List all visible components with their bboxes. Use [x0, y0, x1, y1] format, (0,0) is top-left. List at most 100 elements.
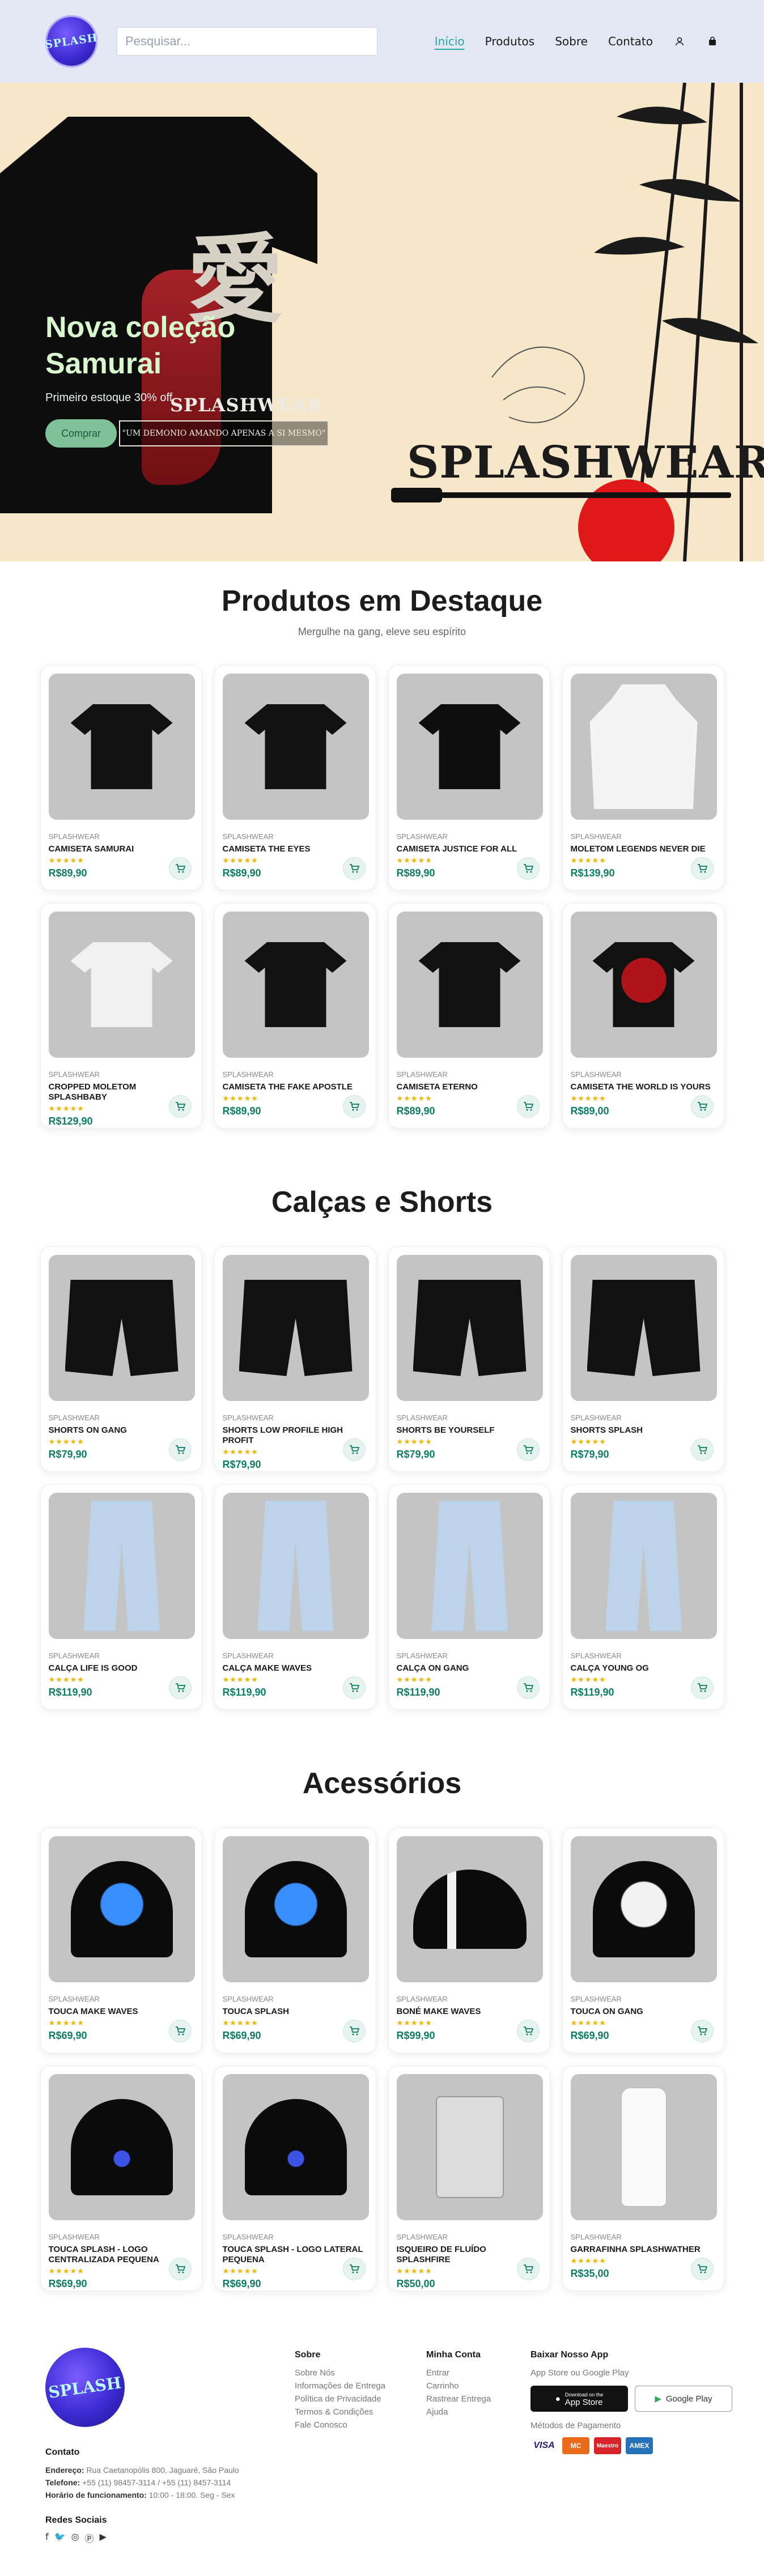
product-image[interactable]: [222, 1836, 369, 1982]
product-image[interactable]: [48, 1255, 195, 1401]
add-to-cart-button[interactable]: [168, 2258, 192, 2280]
add-to-cart-button[interactable]: [690, 2020, 714, 2042]
product-name[interactable]: CALÇA LIFE IS GOOD: [49, 1663, 194, 1674]
product-image[interactable]: [48, 2074, 195, 2220]
product-image[interactable]: [396, 1493, 543, 1639]
product-card[interactable]: SPLASHWEAR GARRAFINHA SPLASHWATHER ★★★★★ R$…: [562, 2066, 724, 2291]
product-image[interactable]: [570, 2074, 717, 2220]
instagram-icon[interactable]: ◎: [71, 2531, 79, 2545]
product-card[interactable]: SPLASHWEAR TOUCA ON GANG ★★★★★ R$69,90: [562, 1828, 724, 2053]
footer-logo[interactable]: SPLASH: [45, 2348, 125, 2427]
nav-contato[interactable]: Contato: [608, 35, 653, 48]
product-image[interactable]: [222, 1255, 369, 1401]
search-input[interactable]: [125, 34, 369, 49]
product-name[interactable]: CALÇA YOUNG OG: [571, 1663, 716, 1674]
product-card[interactable]: SPLASHWEAR TOUCA SPLASH - LOGO LATERAL PE…: [214, 2066, 376, 2291]
product-name[interactable]: CALÇA MAKE WAVES: [223, 1663, 368, 1674]
product-card[interactable]: SPLASHWEAR TOUCA SPLASH ★★★★★ R$69,90: [214, 1828, 376, 2053]
product-card[interactable]: SPLASHWEAR CAMISETA THE WORLD IS YOURS ★★★…: [562, 903, 724, 1129]
product-image[interactable]: [48, 1493, 195, 1639]
pinterest-icon[interactable]: Ⓟ: [85, 2531, 94, 2545]
product-card[interactable]: SPLASHWEAR CALÇA ON GANG ★★★★★ R$119,90: [388, 1484, 550, 1710]
add-to-cart-button[interactable]: [342, 1095, 366, 1118]
product-image[interactable]: [48, 674, 195, 820]
add-to-cart-button[interactable]: [690, 857, 714, 880]
product-image[interactable]: [222, 2074, 369, 2220]
product-name[interactable]: SHORTS ON GANG: [49, 1425, 194, 1436]
product-name[interactable]: MOLETOM LEGENDS NEVER DIE: [571, 844, 716, 854]
link-carrinho[interactable]: Carrinho: [426, 2381, 530, 2391]
bag-icon[interactable]: [706, 35, 719, 48]
add-to-cart-button[interactable]: [690, 2258, 714, 2280]
product-card[interactable]: SPLASHWEAR SHORTS ON GANG ★★★★★ R$79,90: [40, 1246, 202, 1472]
add-to-cart-button[interactable]: [690, 1676, 714, 1699]
product-card[interactable]: SPLASHWEAR CALÇA MAKE WAVES ★★★★★ R$119,90: [214, 1484, 376, 1710]
google-play-button[interactable]: ▶ Google Play: [635, 2386, 732, 2412]
product-card[interactable]: SPLASHWEAR CALÇA LIFE IS GOOD ★★★★★ R$119,9…: [40, 1484, 202, 1710]
add-to-cart-button[interactable]: [342, 2020, 366, 2042]
link-rastrear[interactable]: Rastrear Entrega: [426, 2394, 530, 2404]
product-card[interactable]: SPLASHWEAR CAMISETA ETERNO ★★★★★ R$89,90: [388, 903, 550, 1129]
add-to-cart-button[interactable]: [516, 1676, 540, 1699]
add-to-cart-button[interactable]: [168, 1676, 192, 1699]
product-card[interactable]: SPLASHWEAR MOLETOM LEGENDS NEVER DIE ★★★★★…: [562, 665, 724, 891]
product-name[interactable]: CAMISETA ETERNO: [397, 1082, 542, 1092]
product-image[interactable]: [570, 912, 717, 1058]
link-fale-conosco[interactable]: Fale Conosco: [295, 2420, 426, 2430]
product-name[interactable]: TOUCA SPLASH: [223, 2007, 368, 2017]
product-image[interactable]: [222, 1493, 369, 1639]
product-card[interactable]: SPLASHWEAR CROPPED MOLETOM SPLASHBABY ★★★★…: [40, 903, 202, 1129]
twitter-icon[interactable]: 🐦: [54, 2531, 66, 2545]
product-card[interactable]: SPLASHWEAR CAMISETA SAMURAI ★★★★★ R$89,90: [40, 665, 202, 891]
product-card[interactable]: SPLASHWEAR TOUCA SPLASH - LOGO CENTRALIZA…: [40, 2066, 202, 2291]
product-card[interactable]: SPLASHWEAR TOUCA MAKE WAVES ★★★★★ R$69,90: [40, 1828, 202, 2053]
link-ajuda[interactable]: Ajuda: [426, 2407, 530, 2417]
shop-now-button[interactable]: Comprar: [45, 419, 117, 448]
nav-inicio[interactable]: Início: [435, 35, 465, 48]
logo[interactable]: SPLASH: [44, 15, 99, 67]
link-privacidade[interactable]: Política de Privacidade: [295, 2394, 426, 2404]
product-name[interactable]: CAMISETA SAMURAI: [49, 844, 194, 854]
add-to-cart-button[interactable]: [516, 1438, 540, 1461]
nav-produtos[interactable]: Produtos: [485, 35, 535, 48]
product-image[interactable]: [48, 1836, 195, 1982]
product-name[interactable]: SHORTS SPLASH: [571, 1425, 716, 1436]
add-to-cart-button[interactable]: [342, 2258, 366, 2280]
product-card[interactable]: SPLASHWEAR CAMISETA THE EYES ★★★★★ R$89,90: [214, 665, 376, 891]
product-name[interactable]: CAMISETA JUSTICE FOR ALL: [397, 844, 542, 854]
add-to-cart-button[interactable]: [168, 2020, 192, 2042]
add-to-cart-button[interactable]: [168, 1095, 192, 1118]
product-name[interactable]: CAMISETA THE FAKE APOSTLE: [223, 1082, 368, 1092]
product-name[interactable]: TOUCA ON GANG: [571, 2007, 716, 2017]
product-name[interactable]: SHORTS BE YOURSELF: [397, 1425, 542, 1436]
add-to-cart-button[interactable]: [168, 857, 192, 880]
product-card[interactable]: SPLASHWEAR CALÇA YOUNG OG ★★★★★ R$119,90: [562, 1484, 724, 1710]
youtube-icon[interactable]: ▶: [100, 2531, 107, 2545]
add-to-cart-button[interactable]: [342, 1676, 366, 1699]
add-to-cart-button[interactable]: [690, 1095, 714, 1118]
product-name[interactable]: CAMISETA THE EYES: [223, 844, 368, 854]
product-image[interactable]: [396, 2074, 543, 2220]
product-name[interactable]: CALÇA ON GANG: [397, 1663, 542, 1674]
product-image[interactable]: [222, 912, 369, 1058]
add-to-cart-button[interactable]: [516, 2258, 540, 2280]
product-card[interactable]: SPLASHWEAR BONÉ MAKE WAVES ★★★★★ R$99,90: [388, 1828, 550, 2053]
link-entrega[interactable]: Informações de Entrega: [295, 2381, 426, 2391]
add-to-cart-button[interactable]: [516, 2020, 540, 2042]
product-image[interactable]: [396, 1255, 543, 1401]
add-to-cart-button[interactable]: [516, 1095, 540, 1118]
add-to-cart-button[interactable]: [342, 1438, 366, 1461]
link-termos[interactable]: Termos & Condições: [295, 2407, 426, 2417]
product-image[interactable]: [396, 912, 543, 1058]
link-sobre-nos[interactable]: Sobre Nós: [295, 2368, 426, 2378]
facebook-icon[interactable]: f: [45, 2531, 49, 2545]
app-store-button[interactable]: ● Download on the App Store: [530, 2386, 628, 2412]
product-card[interactable]: SPLASHWEAR SHORTS LOW PROFILE HIGH PROFIT…: [214, 1246, 376, 1472]
product-image[interactable]: [570, 674, 717, 820]
product-name[interactable]: TOUCA MAKE WAVES: [49, 2007, 194, 2017]
product-name[interactable]: GARRAFINHA SPLASHWATHER: [571, 2245, 716, 2255]
link-entrar[interactable]: Entrar: [426, 2368, 530, 2378]
product-image[interactable]: [396, 1836, 543, 1982]
user-icon[interactable]: [673, 35, 686, 48]
product-card[interactable]: SPLASHWEAR SHORTS BE YOURSELF ★★★★★ R$79,90: [388, 1246, 550, 1472]
